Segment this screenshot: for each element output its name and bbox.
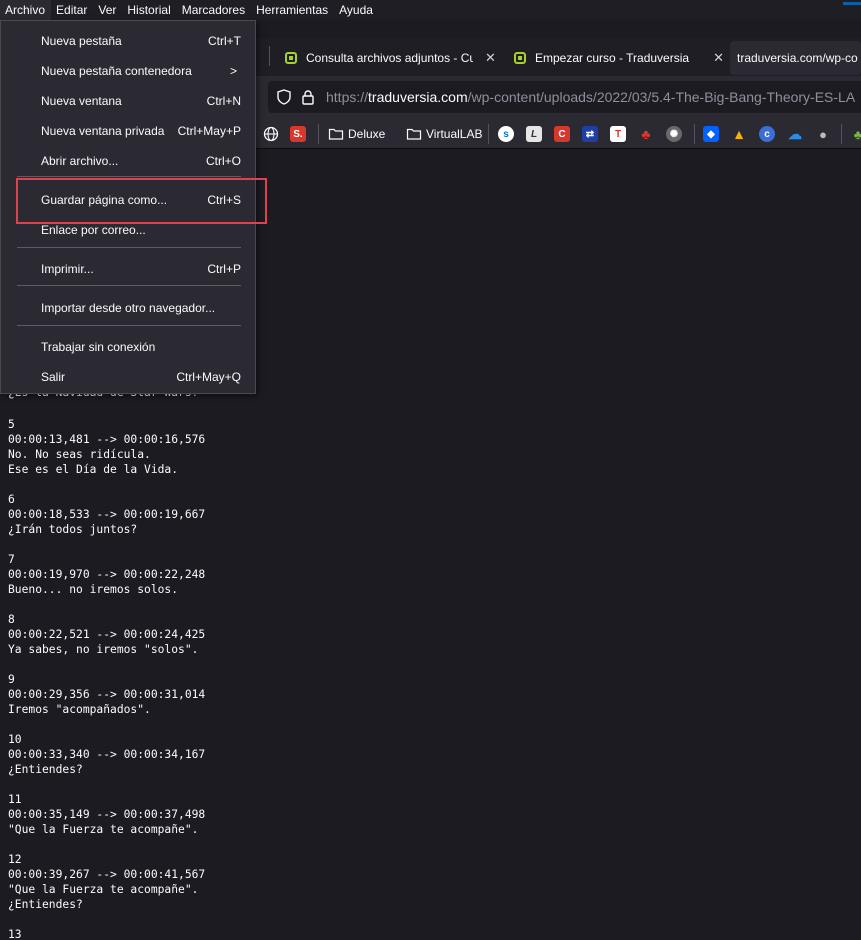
subtitle-entry: 13: [8, 928, 22, 940]
bookmark-dropbox-icon[interactable]: ◆: [703, 124, 719, 144]
tab-empezar-curso[interactable]: Empezar curso - Traduversia ✕: [513, 41, 724, 75]
menu-archivo[interactable]: Archivo: [0, 0, 52, 20]
globe-icon[interactable]: [263, 124, 279, 144]
subtitle-entry: 5 00:00:13,481 --> 00:00:16,576 No. No s…: [8, 418, 206, 476]
subtitle-entry: 9 00:00:29,356 --> 00:00:31,014 Iremos "…: [8, 673, 206, 716]
bookmark-arrows-icon[interactable]: ⇄: [582, 124, 598, 144]
menu-separator: [17, 176, 241, 177]
lock-icon[interactable]: [300, 89, 316, 105]
menu-marcadores[interactable]: Marcadores: [177, 0, 251, 20]
plugin-icon: [513, 51, 527, 65]
url-bar[interactable]: https://traduversia.com/wp-content/uploa…: [268, 81, 861, 113]
menu-editar[interactable]: Editar: [51, 0, 93, 20]
subtitle-entry: 8 00:00:22,521 --> 00:00:24,425 Ya sabes…: [8, 613, 206, 656]
menu-herramientas[interactable]: Herramientas: [251, 0, 334, 20]
menu-item-salir[interactable]: Salir Ctrl+May+Q: [41, 370, 241, 384]
subtitle-entry: 11 00:00:35,149 --> 00:00:37,498 "Que la…: [8, 793, 206, 836]
menu-item-importar[interactable]: Importar desde otro navegador...: [41, 301, 241, 315]
folder-icon: [406, 128, 422, 140]
tab-title: traduversia.com/wp-co: [737, 51, 858, 65]
bookmark-copilot-icon[interactable]: c: [759, 124, 775, 144]
chevron-right-icon: >: [229, 64, 237, 78]
bookmark-separator: [488, 124, 489, 144]
bookmark-extra-icon[interactable]: ♣: [850, 124, 861, 144]
bookmark-l-icon[interactable]: L: [526, 124, 542, 144]
menu-separator: [17, 247, 241, 248]
menu-ayuda[interactable]: Ayuda: [334, 0, 379, 20]
folder-icon: [328, 128, 344, 140]
bookmark-label: VirtualLAB: [426, 127, 483, 141]
bookmark-onedrive-icon[interactable]: ☁: [787, 124, 803, 144]
bookmark-separator: [694, 124, 695, 144]
window-accent: [843, 2, 861, 5]
bookmark-label: Deluxe: [348, 127, 386, 141]
menu-ver[interactable]: Ver: [93, 0, 122, 20]
tab-title: Empezar curso - Traduversia: [535, 51, 690, 65]
menu-separator: [17, 325, 241, 326]
menu-item-imprimir[interactable]: Imprimir... Ctrl+P: [41, 262, 241, 276]
menu-item-nueva-pestana[interactable]: Nueva pestaña Ctrl+T: [41, 34, 241, 48]
bookmark-maple-icon[interactable]: ♣: [638, 124, 654, 144]
menu-separator: [17, 285, 241, 286]
menu-item-nueva-ventana[interactable]: Nueva ventana Ctrl+N: [41, 94, 241, 108]
bookmark-separator: [841, 124, 842, 144]
subtitle-entry: 12 00:00:39,267 --> 00:00:41,567 "Que la…: [8, 853, 206, 911]
close-icon[interactable]: ✕: [713, 50, 724, 66]
tab-title: Consulta archivos adjuntos - Cu: [306, 51, 473, 65]
highlight-annotation: [16, 178, 267, 224]
bookmark-separator: [318, 124, 319, 144]
bookmark-virtuallab[interactable]: VirtualLAB: [406, 124, 482, 144]
bookmark-s-icon[interactable]: S.: [290, 124, 306, 144]
tab-separator: [269, 46, 270, 66]
bookmark-deluxe[interactable]: Deluxe: [328, 124, 385, 144]
menu-item-abrir-archivo[interactable]: Abrir archivo... Ctrl+O: [41, 154, 241, 168]
tab-traduversia-active[interactable]: traduversia.com/wp-co: [730, 41, 861, 75]
menu-item-nueva-ventana-privada[interactable]: Nueva ventana privada Ctrl+May+P: [41, 124, 241, 138]
url-text: https://traduversia.com/wp-content/uploa…: [326, 89, 856, 105]
menu-bar: Archivo Editar Ver Historial Marcadores …: [0, 0, 861, 20]
menu-item-enlace-correo[interactable]: Enlace por correo...: [41, 223, 241, 237]
menu-item-nueva-pestana-contenedora[interactable]: Nueva pestaña contenedora >: [41, 64, 241, 78]
menu-item-trabajar-sin-conexion[interactable]: Trabajar sin conexión: [41, 340, 241, 354]
bookmark-openai-icon[interactable]: ✺: [666, 124, 682, 144]
close-icon[interactable]: ✕: [485, 50, 496, 66]
subtitle-entry: 7 00:00:19,970 --> 00:00:22,248 Bueno...…: [8, 553, 206, 596]
tab-consulta[interactable]: Consulta archivos adjuntos - Cu ✕: [284, 41, 496, 75]
menu-historial[interactable]: Historial: [122, 0, 176, 20]
bookmark-drive-icon[interactable]: ▲: [731, 124, 747, 144]
bookmark-apple-icon[interactable]: ●: [815, 124, 831, 144]
subtitle-entry: 6 00:00:18,533 --> 00:00:19,667 ¿Irán to…: [8, 493, 206, 536]
shield-icon[interactable]: [276, 89, 292, 105]
bookmark-skype-icon[interactable]: s: [498, 124, 514, 144]
subtitle-entry: 10 00:00:33,340 --> 00:00:34,167 ¿Entien…: [8, 733, 206, 776]
bookmark-t-icon[interactable]: T: [610, 124, 626, 144]
plugin-icon: [284, 51, 298, 65]
bookmark-c-icon[interactable]: C: [554, 124, 570, 144]
